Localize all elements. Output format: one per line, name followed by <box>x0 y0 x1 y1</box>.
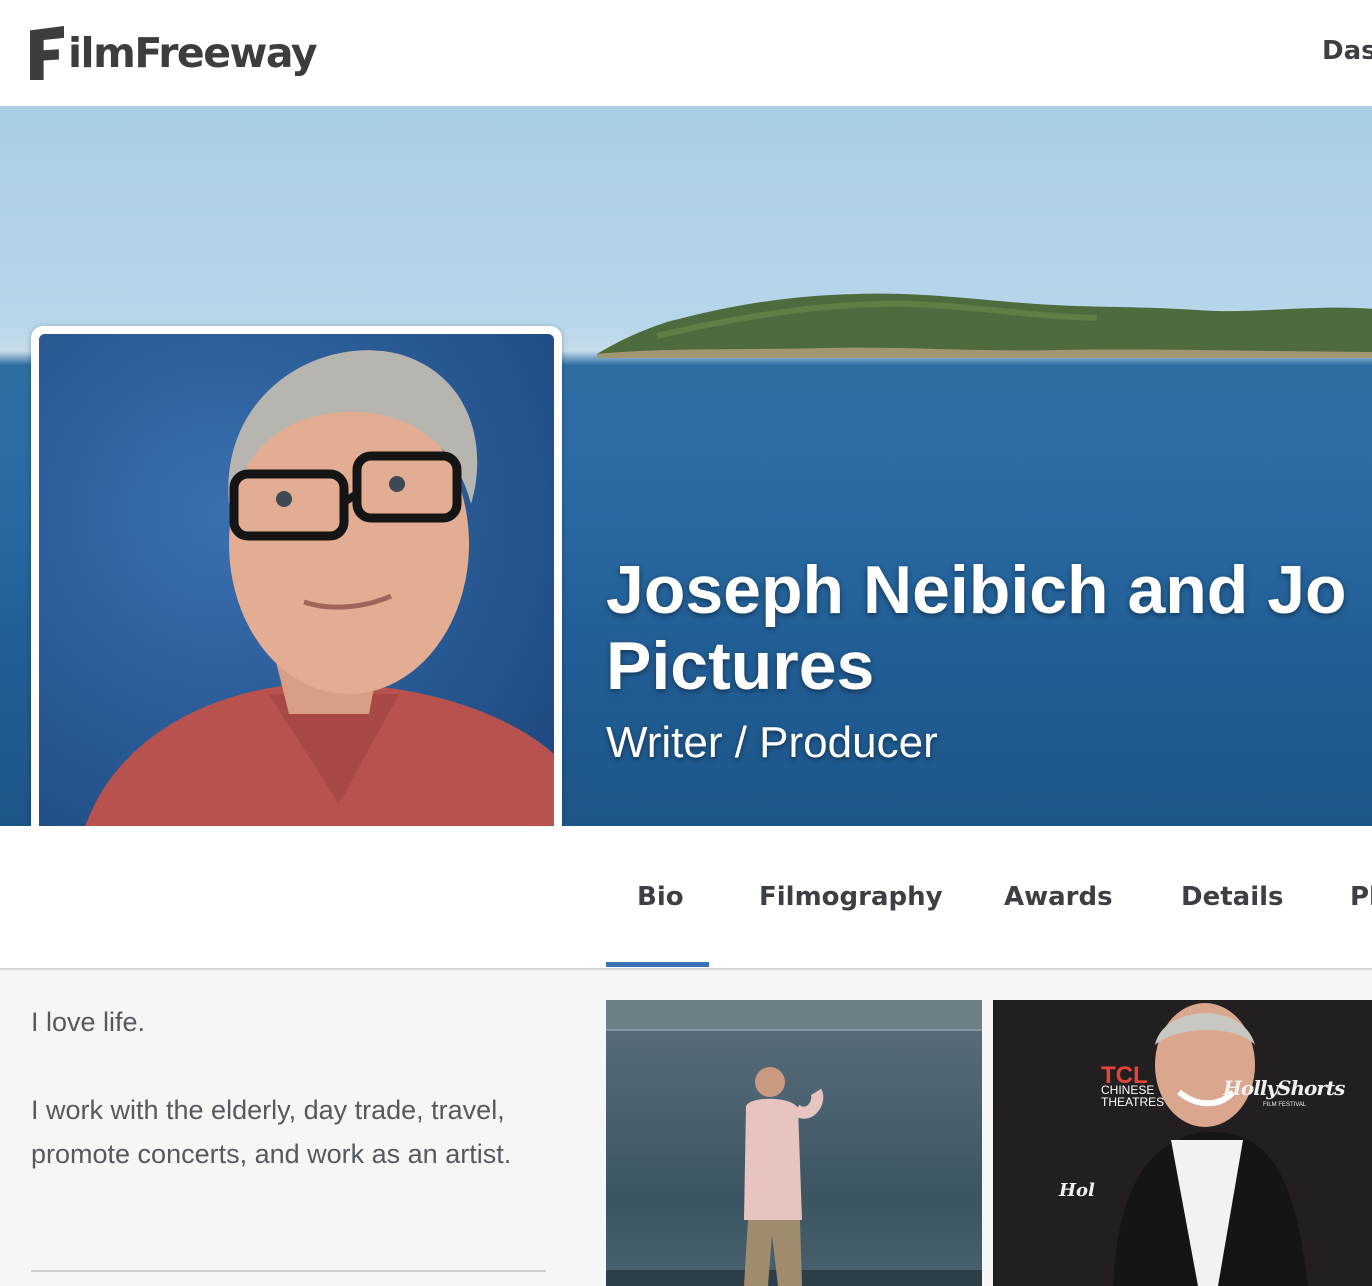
tab-photos[interactable]: Pl <box>1350 882 1372 912</box>
bio-paragraph-1: I love life. <box>31 1007 146 1037</box>
hollyshorts-logo-left: Hol <box>1059 1180 1095 1201</box>
hollyshorts-logo: HollyShorts <box>1223 1076 1345 1100</box>
bio-text: I love life. I work with the elderly, da… <box>31 1000 546 1220</box>
logo-text: ilmFreeway <box>68 29 318 77</box>
bio-divider <box>31 1270 546 1272</box>
portrait-illustration <box>39 334 554 849</box>
profile-name: Joseph Neibich and Jo Pictures <box>606 552 1372 704</box>
gallery-photo-2[interactable]: TCL CHINESE THEATRES HollyShorts FILM FE… <box>993 1000 1372 1286</box>
photo-2-illustration <box>993 1000 1372 1286</box>
tab-details[interactable]: Details <box>1181 882 1284 912</box>
profile-name-line1: Joseph Neibich and Jo <box>606 552 1347 628</box>
profile-avatar <box>31 326 562 857</box>
theatres-text: THEATRES <box>1101 1095 1165 1109</box>
profile-tabs: Bio Filmography Awards Details Pl <box>0 826 1372 970</box>
tab-filmography[interactable]: Filmography <box>759 882 943 912</box>
profile-name-line2: Pictures <box>606 628 875 704</box>
hollyshorts-sub: FILM FESTIVAL <box>1263 1102 1307 1108</box>
photo-1-illustration <box>606 1000 982 1286</box>
tab-awards[interactable]: Awards <box>1004 882 1113 912</box>
filmfreeway-logo[interactable]: ilmFreeway <box>30 20 318 82</box>
chinese-theatres-sign: CHINESE THEATRES <box>1101 1084 1164 1108</box>
avatar-photo <box>39 334 554 849</box>
top-navigation: ilmFreeway Das <box>0 0 1372 106</box>
island-graphic <box>597 293 1372 358</box>
filmfreeway-f-icon <box>30 22 66 80</box>
profile-role: Writer / Producer <box>606 718 938 767</box>
bio-paragraph-2: I work with the elderly, day trade, trav… <box>31 1095 512 1169</box>
gallery-photo-1[interactable] <box>606 1000 982 1286</box>
active-tab-indicator <box>606 962 709 967</box>
nav-dashboard-link[interactable]: Das <box>1322 36 1372 66</box>
tab-bio[interactable]: Bio <box>637 882 684 912</box>
